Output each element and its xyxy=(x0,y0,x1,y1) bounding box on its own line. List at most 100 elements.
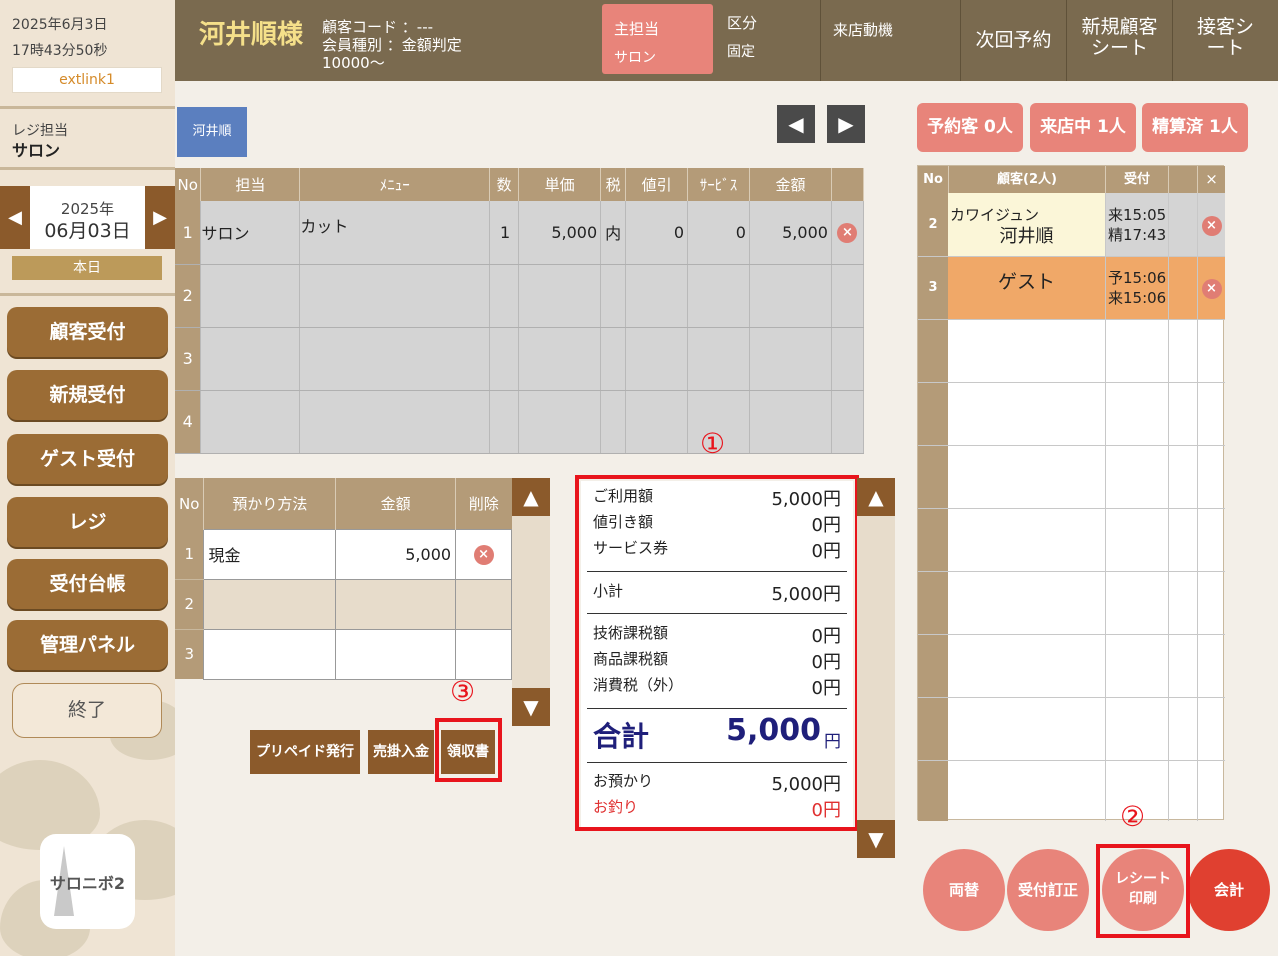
row-tax[interactable]: 内 xyxy=(600,201,627,265)
table-row[interactable]: 2 xyxy=(175,578,512,630)
staff-tab[interactable]: 河井順 xyxy=(177,107,247,157)
row-qty[interactable] xyxy=(489,264,520,328)
row-qty[interactable] xyxy=(489,390,520,454)
row-service[interactable] xyxy=(687,264,750,328)
triangle-down-icon: ▼ xyxy=(868,827,884,851)
row-staff[interactable] xyxy=(200,390,301,454)
row-menu[interactable] xyxy=(299,264,491,328)
row-qty[interactable]: 1 xyxy=(489,201,520,265)
payment-scroll-down[interactable]: ▼ xyxy=(512,688,550,726)
today-button[interactable]: 本日 xyxy=(12,256,162,280)
row-tax[interactable] xyxy=(600,390,627,454)
current-date: 2025年6月3日 xyxy=(12,17,108,33)
row-price[interactable] xyxy=(518,390,602,454)
prepaid-issue-button[interactable]: プリペイド発行 xyxy=(250,730,360,774)
main-staff-cell[interactable]: 主担当 サロン xyxy=(602,4,713,74)
queue-row-time: 予15:06 来15:06 xyxy=(1106,256,1168,319)
queue-row-customer[interactable]: ゲスト xyxy=(948,256,1105,319)
pay-row-amount[interactable]: 5,000 xyxy=(335,528,457,580)
pay-row-method[interactable]: 現金 xyxy=(203,528,337,580)
member-label: 会員種別 xyxy=(322,36,383,54)
close-icon: × xyxy=(837,223,858,244)
row-tax[interactable] xyxy=(600,327,627,391)
new-customer-sheet-button[interactable]: 新規顧客シート xyxy=(1066,0,1172,81)
row-delete-button[interactable]: × xyxy=(831,201,865,265)
nav-reception-ledger[interactable]: 受付台帳 xyxy=(7,559,168,609)
row-price[interactable] xyxy=(518,327,602,391)
row-amount xyxy=(749,390,832,454)
row-discount[interactable]: 0 xyxy=(625,201,689,265)
next-page-button[interactable]: ▶ xyxy=(827,105,865,143)
pay-row-amount[interactable] xyxy=(335,578,457,630)
queue-row-customer[interactable]: カワイジュン 河井順 xyxy=(948,193,1105,256)
credit-payment-button[interactable]: 売掛入金 xyxy=(368,730,434,774)
payment-scroll-up[interactable]: ▲ xyxy=(512,478,550,516)
pay-row-method[interactable] xyxy=(203,628,337,680)
reception-correction-button[interactable]: 受付訂正 xyxy=(1007,849,1089,931)
nav-customer-reception[interactable]: 顧客受付 xyxy=(7,307,168,357)
exchange-button[interactable]: 両替 xyxy=(923,849,1005,931)
table-row[interactable]: 1 現金 5,000 × xyxy=(175,528,512,580)
row-menu[interactable]: カット xyxy=(299,201,491,265)
nav-guest-reception[interactable]: ゲスト受付 xyxy=(7,434,168,484)
table-row[interactable]: 1 サロン カット 1 5,000 内 0 0 5,000 × xyxy=(175,201,865,265)
triangle-up-icon: ▲ xyxy=(523,485,539,509)
row-discount[interactable] xyxy=(625,390,689,454)
col-amount: 金額 xyxy=(749,168,832,201)
next-reservation-button[interactable]: 次回予約 xyxy=(960,0,1066,81)
summary-scroll-down[interactable]: ▼ xyxy=(857,820,895,858)
row-discount[interactable] xyxy=(625,264,689,328)
row-amount: 5,000 xyxy=(749,201,832,265)
nav-new-reception[interactable]: 新規受付 xyxy=(7,370,168,420)
row-staff[interactable] xyxy=(200,264,301,328)
queue-row-delete-button[interactable]: × xyxy=(1198,256,1225,319)
row-delete xyxy=(831,390,865,454)
prev-page-button[interactable]: ◀ xyxy=(777,105,815,143)
extlink-button[interactable]: extlink1 xyxy=(12,67,162,93)
queue-row-no: 3 xyxy=(928,280,938,295)
row-menu[interactable] xyxy=(299,390,491,454)
service-sheet-button[interactable]: 接客シート xyxy=(1172,0,1278,81)
category-cell[interactable]: 区分 固定 xyxy=(718,0,820,81)
queue-row-delete-button[interactable]: × xyxy=(1198,193,1225,256)
row-service[interactable]: 0 xyxy=(687,201,750,265)
settled-count-button[interactable]: 精算済 1人 xyxy=(1142,103,1248,152)
pay-row-amount[interactable] xyxy=(335,628,457,680)
queue-panel: No 顧客(2人) 受付 × カワイジュン 河井順 2 来15:05 精17:4… xyxy=(917,165,1225,821)
row-service[interactable] xyxy=(687,327,750,391)
col-delete xyxy=(831,168,865,201)
checkout-button[interactable]: 会計 xyxy=(1188,849,1270,931)
prev-date-button[interactable]: ◀ xyxy=(0,186,30,249)
table-row[interactable]: 3 xyxy=(175,628,512,680)
col-tax: 税 xyxy=(600,168,627,201)
row-price[interactable] xyxy=(518,264,602,328)
queue-time-1: 予15:06 xyxy=(1108,269,1167,287)
visit-motive-cell[interactable]: 来店動機 xyxy=(820,0,960,81)
row-tax[interactable] xyxy=(600,264,627,328)
table-row[interactable]: 2 xyxy=(175,264,865,328)
row-staff[interactable] xyxy=(200,327,301,391)
nav-register[interactable]: レジ xyxy=(7,497,168,547)
summary-scrollbar[interactable] xyxy=(857,478,895,858)
pay-row-delete-button[interactable]: × xyxy=(455,528,512,580)
triangle-right-icon: ▶ xyxy=(838,112,854,136)
pay-row-method[interactable] xyxy=(203,578,337,630)
visiting-count-button[interactable]: 来店中 1人 xyxy=(1030,103,1136,152)
row-discount[interactable] xyxy=(625,327,689,391)
queue-name: ゲスト xyxy=(997,271,1055,293)
table-row[interactable]: 4 xyxy=(175,390,865,454)
row-qty[interactable] xyxy=(489,327,520,391)
customer-info: 顧客コード ：--- 会員種別 ：金額判定 10000～ xyxy=(322,18,462,72)
row-menu[interactable] xyxy=(299,327,491,391)
reserved-count-button[interactable]: 予約客 0人 xyxy=(917,103,1023,152)
table-row[interactable]: 3 xyxy=(175,327,865,391)
category-value: 固定 xyxy=(727,44,755,60)
end-button[interactable]: 終了 xyxy=(12,683,162,738)
customer-name: 河井順様 xyxy=(199,20,304,50)
summary-scroll-up[interactable]: ▲ xyxy=(857,478,895,516)
row-price[interactable]: 5,000 xyxy=(518,201,602,265)
nav-admin-panel[interactable]: 管理パネル xyxy=(7,620,168,670)
next-date-button[interactable]: ▶ xyxy=(145,186,175,249)
triangle-up-icon: ▲ xyxy=(868,485,884,509)
row-staff[interactable]: サロン xyxy=(200,201,301,265)
